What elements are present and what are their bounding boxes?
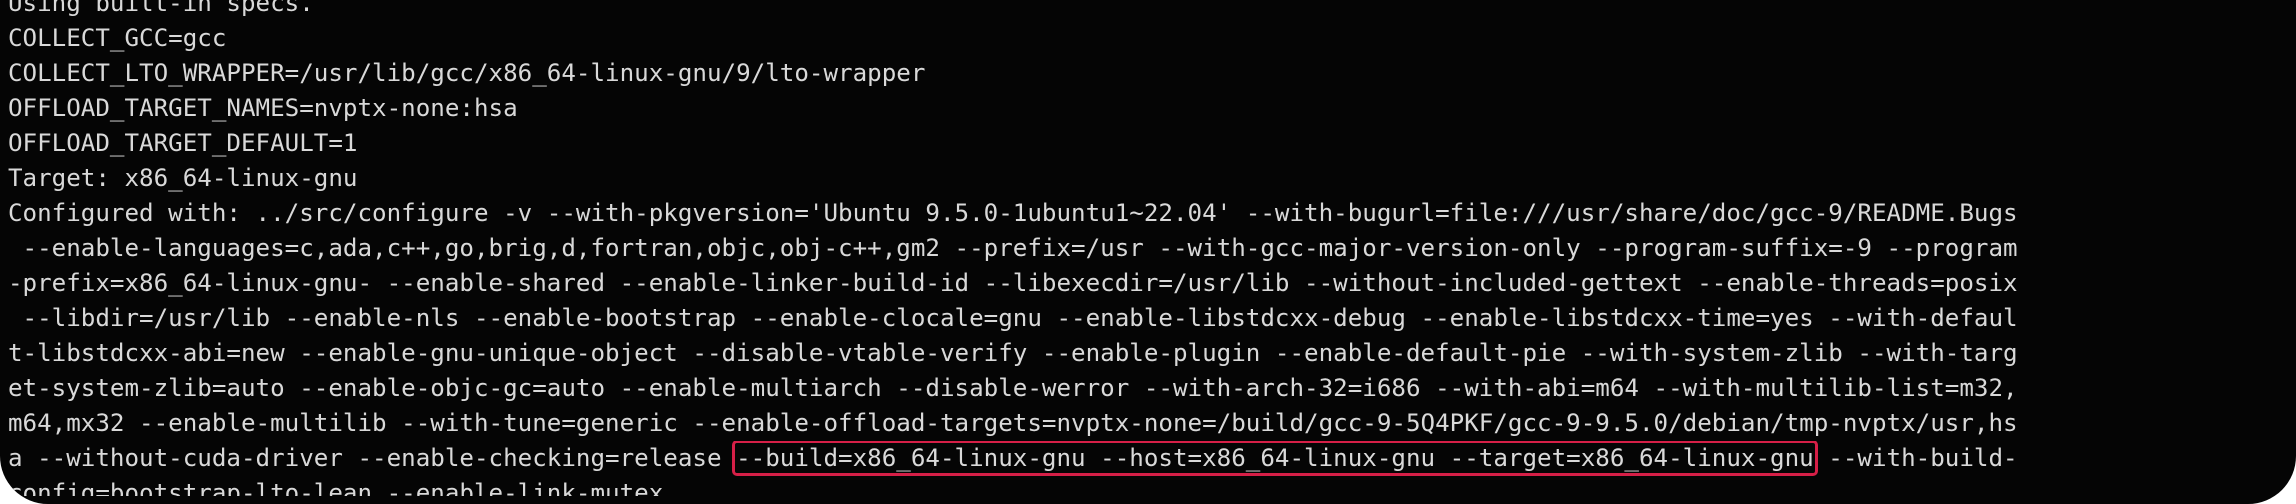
output-line: et-system-zlib=auto --enable-objc-gc=aut…: [8, 374, 2018, 402]
output-line: COLLECT_LTO_WRAPPER=/usr/lib/gcc/x86_64-…: [8, 59, 926, 87]
terminal-window: Using built-in specs. COLLECT_GCC=gcc CO…: [0, 0, 2296, 504]
output-line: --libdir=/usr/lib --enable-nls --enable-…: [8, 304, 2018, 332]
output-line-cut-off: config=bootstrap-lto-lean --enable-link-…: [8, 479, 664, 496]
output-line: m64,mx32 --enable-multilib --with-tune=g…: [8, 409, 2018, 437]
output-line: Target: x86_64-linux-gnu: [8, 164, 358, 192]
output-line: OFFLOAD_TARGET_DEFAULT=1: [8, 129, 358, 157]
output-line: --enable-languages=c,ada,c++,go,brig,d,f…: [8, 234, 2018, 262]
output-line: Configured with: ../src/configure -v --w…: [8, 199, 2018, 227]
output-line: Using built-in specs.: [8, 0, 314, 17]
terminal-output: Using built-in specs. COLLECT_GCC=gcc CO…: [8, 0, 2292, 496]
output-line: OFFLOAD_TARGET_NAMES=nvptx-none:hsa: [8, 94, 518, 122]
output-line-with-highlight: a --without-cuda-driver --enable-checkin…: [8, 441, 2292, 476]
line-text-before: a --without-cuda-driver --enable-checkin…: [8, 444, 737, 472]
highlighted-build-host-target: --build=x86_64-linux-gnu --host=x86_64-l…: [732, 441, 1818, 476]
line-text-after: --with-build-: [1813, 444, 2018, 472]
output-line: -prefix=x86_64-linux-gnu- --enable-share…: [8, 269, 2018, 297]
output-line: COLLECT_GCC=gcc: [8, 24, 227, 52]
output-line: t-libstdcxx-abi=new --enable-gnu-unique-…: [8, 339, 2018, 367]
